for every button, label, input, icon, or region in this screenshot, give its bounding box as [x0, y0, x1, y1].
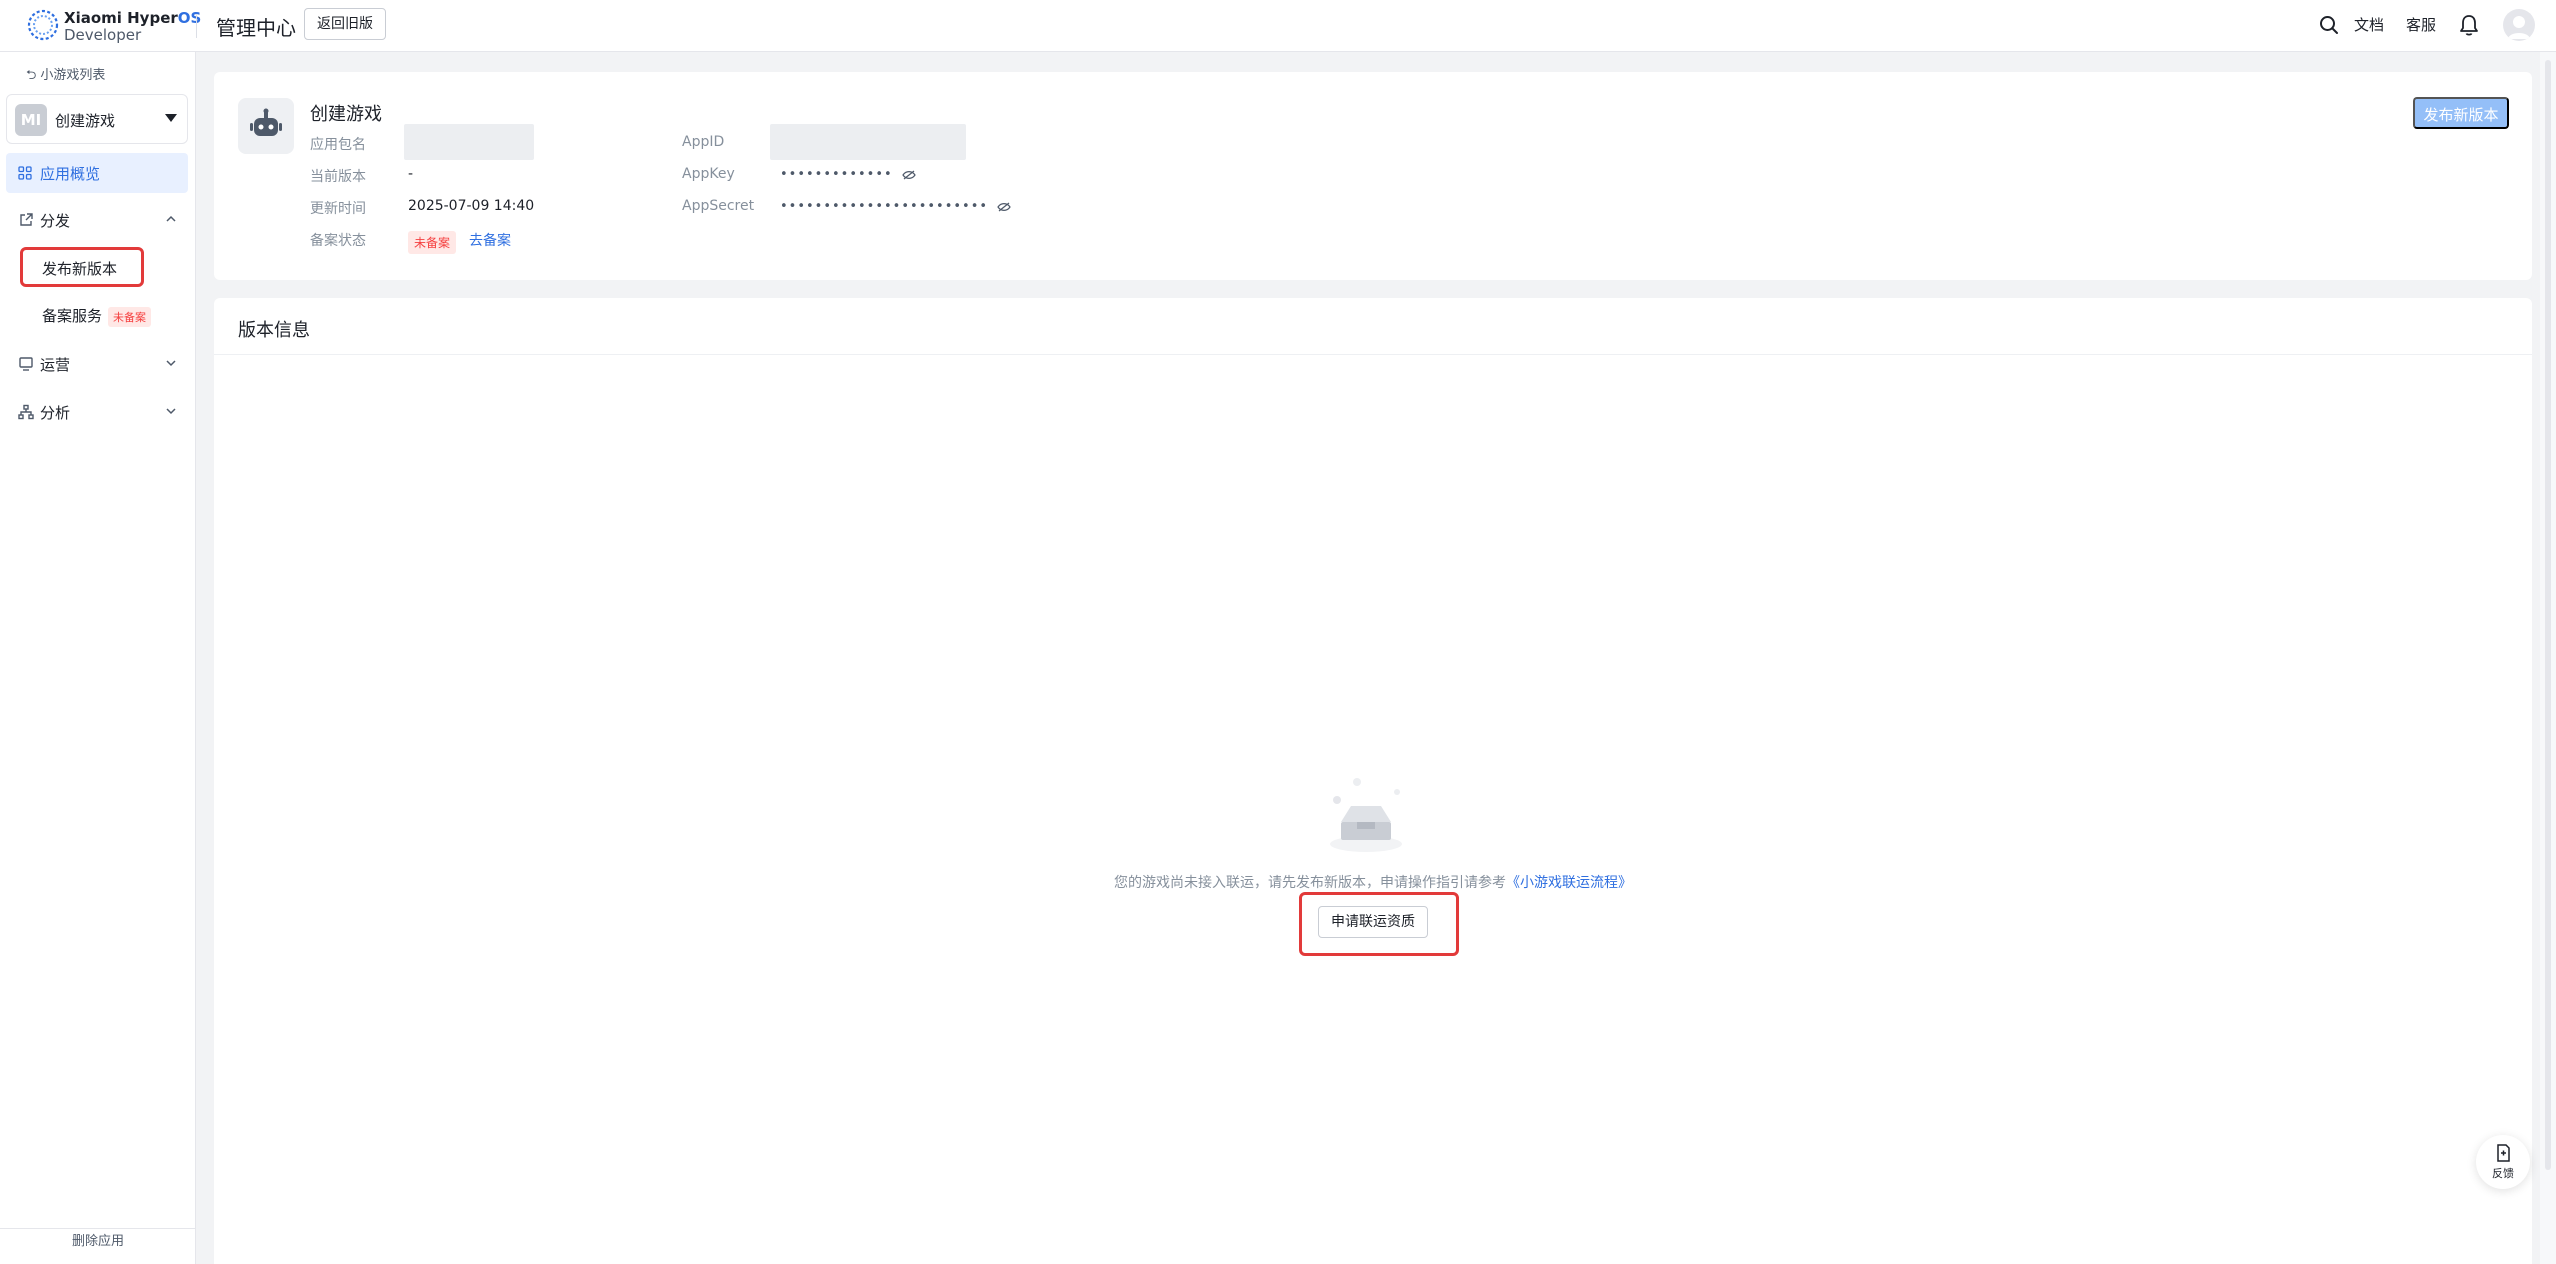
filing-status-tag: 未备案 — [408, 231, 457, 254]
appid-label: AppID — [682, 134, 725, 150]
appid-value-redacted — [770, 124, 966, 160]
eye-hidden-icon[interactable] — [997, 202, 1011, 212]
package-name-label: 应用包名 — [310, 137, 366, 153]
chevron-up-icon — [166, 215, 176, 222]
app-selector[interactable]: MI 创建游戏 — [6, 94, 188, 144]
top-bar: Xiaomi HyperOS Developer 管理中心 返回旧版 文档 客服 — [0, 0, 2556, 52]
eye-hidden-icon[interactable] — [902, 170, 916, 180]
appsecret-value: •••••••••••••••••••••••• — [780, 199, 1011, 214]
app-info-card: 创建游戏 应用包名 当前版本 - 更新时间 2025-07-09 14:40 备… — [214, 72, 2532, 280]
not-filed-badge: 未备案 — [108, 306, 152, 327]
search-icon[interactable] — [2318, 14, 2340, 36]
grid-icon — [18, 166, 32, 180]
empty-state-message: 您的游戏尚未接入联运，请先发布新版本，申请操作指引请参考《小游戏联运流程》 — [1114, 875, 1632, 891]
scrollbar-thumb[interactable] — [2545, 60, 2551, 1170]
brand-name: Xiaomi HyperOS — [64, 9, 202, 27]
sidebar-item-overview[interactable]: 应用概览 — [6, 153, 188, 193]
feedback-icon — [2497, 1144, 2510, 1162]
app-icon: MI — [15, 104, 47, 136]
publish-new-version-button[interactable]: 发布新版本 — [2413, 97, 2509, 129]
app-selector-name: 创建游戏 — [55, 112, 116, 130]
filing-status-label: 备案状态 — [310, 233, 366, 249]
current-version-label: 当前版本 — [310, 169, 366, 185]
sidebar-item-label: 应用概览 — [40, 165, 101, 183]
monitor-icon — [19, 357, 33, 371]
caret-down-icon — [165, 114, 177, 122]
app-avatar — [238, 98, 294, 154]
section-divider — [214, 354, 2532, 355]
go-filing-link[interactable]: 去备案 — [469, 230, 511, 250]
old-version-button[interactable]: 返回旧版 — [304, 8, 386, 40]
sidebar-group-label: 分发 — [40, 212, 71, 230]
hyperos-logo-icon[interactable] — [26, 8, 60, 42]
hierarchy-icon — [18, 404, 34, 420]
header-divider — [196, 14, 197, 38]
updated-time-label: 更新时间 — [310, 201, 366, 217]
empty-inbox-icon — [1330, 778, 1402, 852]
sidebar-group-analytics[interactable]: 分析 — [0, 392, 196, 432]
highlight-box — [20, 247, 144, 287]
sidebar-footer-divider — [0, 1228, 196, 1229]
share-icon — [20, 213, 33, 226]
user-avatar[interactable] — [2503, 9, 2535, 41]
current-version-value: - — [408, 166, 414, 182]
sidebar-group-distribution[interactable]: 分发 — [0, 200, 196, 240]
sidebar-group-operations[interactable]: 运营 — [0, 344, 196, 384]
notification-bell-icon[interactable] — [2458, 13, 2480, 37]
section-title: 版本信息 — [238, 320, 310, 341]
updated-time-value: 2025-07-09 14:40 — [408, 198, 535, 214]
feedback-button[interactable]: 反馈 — [2476, 1135, 2530, 1189]
sidebar: ⮌ 小游戏列表 MI 创建游戏 应用概览 分发 发布新版本 备案服务 未备案 运… — [0, 52, 196, 1264]
appsecret-label: AppSecret — [682, 198, 755, 214]
back-arrow-icon: ⮌ — [26, 68, 37, 83]
chevron-down-icon — [166, 408, 176, 415]
mini-game-process-link[interactable]: 《小游戏联运流程》 — [1506, 875, 1632, 891]
page-title: 管理中心 — [216, 16, 296, 40]
appkey-label: AppKey — [682, 166, 735, 182]
chevron-down-icon — [166, 360, 176, 367]
sidebar-group-label: 分析 — [40, 404, 71, 422]
app-name: 创建游戏 — [310, 104, 382, 125]
back-to-game-list-link[interactable]: ⮌ 小游戏列表 — [26, 64, 105, 88]
customer-service-link[interactable]: 客服 — [2406, 14, 2436, 35]
brand-subtitle: Developer — [64, 26, 142, 44]
feedback-label: 反馈 — [2492, 1167, 2514, 1180]
user-icon — [2508, 16, 2530, 39]
robot-icon — [250, 108, 282, 136]
package-name-value-redacted — [404, 124, 534, 160]
sidebar-item-filing-service[interactable]: 备案服务 未备案 — [42, 305, 152, 327]
sidebar-group-label: 运营 — [40, 356, 71, 374]
appkey-value: ••••••••••••• — [780, 167, 916, 182]
delete-app-link[interactable]: 删除应用 — [0, 1230, 196, 1249]
docs-link[interactable]: 文档 — [2354, 14, 2384, 35]
highlight-box — [1299, 892, 1459, 956]
version-info-card: 版本信息 您的游戏尚未接入联运，请先发布新版本，申请操作指引请参考《小游戏联运流… — [214, 298, 2532, 1264]
